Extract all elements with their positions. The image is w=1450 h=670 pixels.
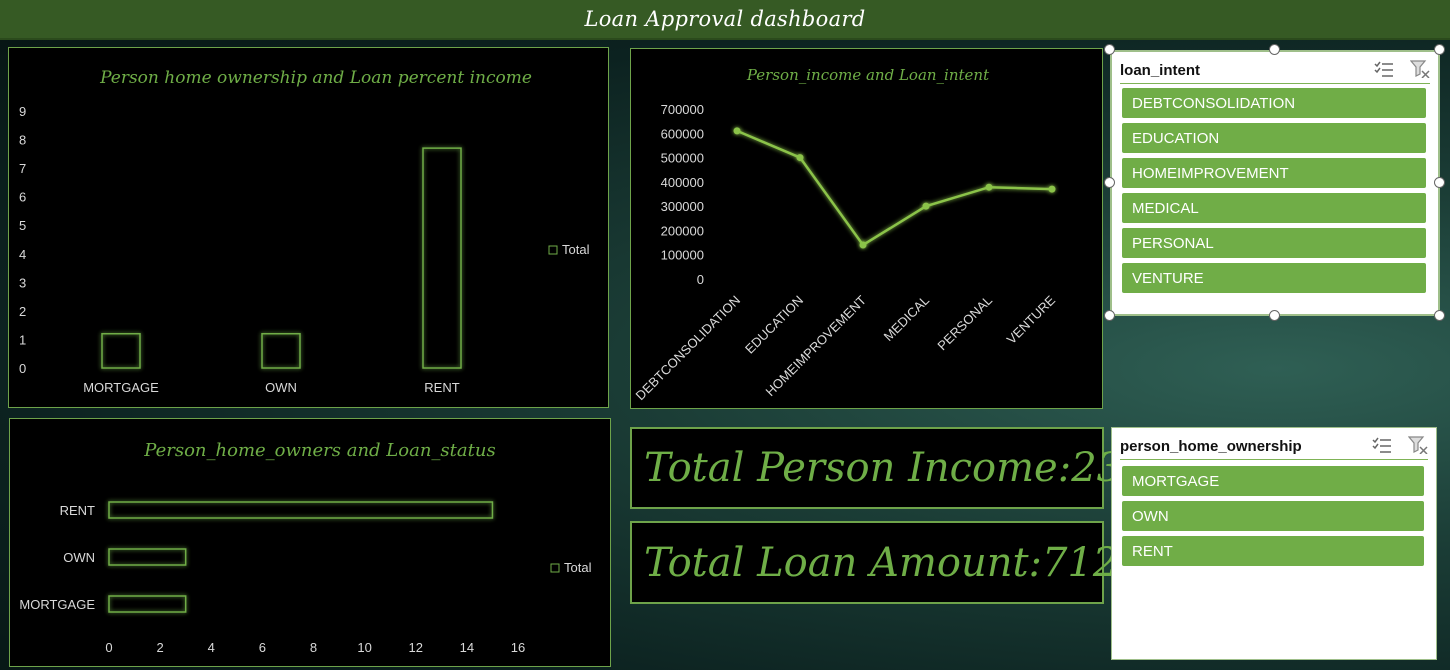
y-tick-label: 4	[19, 247, 26, 262]
bar-rent	[422, 147, 462, 369]
dashboard-title: Loan Approval dashboard	[584, 7, 866, 31]
y-tick-label: 9	[19, 104, 26, 119]
y-tick-label: 2	[19, 304, 26, 319]
resize-handle-top-right[interactable]	[1434, 44, 1445, 55]
x-tick-label: 14	[460, 640, 474, 655]
resize-handle-bottom-middle[interactable]	[1269, 310, 1280, 321]
data-point	[859, 241, 867, 249]
chart-title: Person_income and Loan_intent	[746, 66, 990, 84]
resize-handle-middle-right[interactable]	[1434, 177, 1445, 188]
kpi-total-loan-amount: Total Loan Amount:712575	[630, 521, 1195, 604]
y-tick-label: 8	[19, 133, 26, 148]
chart-panel-home-ownership-percent-income[interactable]: Person home ownership and Loan percent i…	[8, 47, 609, 408]
kpi-total-person-income: Total Person Income:2316353	[630, 427, 1249, 509]
chart-income-by-intent: Person_income and Loan_intent 0 100000 2000…	[633, 66, 1059, 404]
data-point	[733, 127, 741, 135]
x-category-label: MEDICAL	[881, 293, 932, 344]
y-tick-label: 400000	[661, 175, 704, 190]
slicer-home-ownership-header: person_home_ownership	[1120, 434, 1428, 460]
resize-handle-top-left[interactable]	[1104, 44, 1115, 55]
multi-select-icon[interactable]	[1374, 60, 1394, 82]
x-tick-label: 6	[259, 640, 266, 655]
slicer-item-education[interactable]: EDUCATION	[1122, 123, 1426, 153]
resize-handle-middle-left[interactable]	[1104, 177, 1115, 188]
chart-title: Person home ownership and Loan percent i…	[99, 68, 532, 88]
legend-swatch	[548, 245, 558, 255]
slicer-loan-intent[interactable]: loan_intent DEBTCONSOLIDATION EDUCATION …	[1110, 50, 1440, 316]
x-category-label: DEBTCONSOLIDATION	[633, 293, 744, 404]
x-tick-label: 8	[310, 640, 317, 655]
bar-mortgage	[108, 595, 187, 613]
x-tick-label: 0	[105, 640, 112, 655]
y-category-label: MORTGAGE	[19, 597, 95, 612]
bar-mortgage	[101, 332, 141, 369]
x-tick-label: 2	[157, 640, 164, 655]
legend-swatch	[550, 563, 560, 573]
x-tick-label: 10	[357, 640, 371, 655]
data-point	[796, 154, 804, 162]
x-category-label: VENTURE	[1004, 292, 1059, 347]
data-point	[1048, 185, 1056, 193]
slicer-loan-intent-header: loan_intent	[1120, 58, 1430, 84]
slicer-home-ownership-title: person_home_ownership	[1120, 438, 1302, 455]
chart-home-owners-loan-status: Person_home_owners and Loan_status 0 2 4 6 8 1…	[19, 440, 592, 655]
resize-handle-bottom-left[interactable]	[1104, 310, 1115, 321]
chart-title: Person_home_owners and Loan_status	[143, 440, 495, 461]
x-category-label: RENT	[424, 380, 459, 395]
y-category-label: OWN	[63, 550, 95, 565]
x-category-label: EDUCATION	[742, 293, 806, 357]
y-tick-label: 700000	[661, 102, 704, 117]
slicer-item-mortgage[interactable]: MORTGAGE	[1122, 466, 1424, 496]
y-tick-label: 100000	[661, 248, 704, 263]
slicer-item-own[interactable]: OWN	[1122, 501, 1424, 531]
y-tick-label: 200000	[661, 223, 704, 238]
y-tick-label: 600000	[661, 126, 704, 141]
slicer-home-ownership[interactable]: person_home_ownership MORTGAGE OWN RENT	[1111, 427, 1437, 660]
multi-select-icon[interactable]	[1372, 436, 1392, 458]
y-tick-label: 3	[19, 275, 26, 290]
legend-label: Total	[562, 242, 590, 257]
x-category-label: PERSONAL	[934, 293, 995, 354]
x-tick-label: 4	[208, 640, 215, 655]
slicer-item-venture[interactable]: VENTURE	[1122, 263, 1426, 293]
slicer-loan-intent-title: loan_intent	[1120, 62, 1201, 79]
y-category-label: RENT	[60, 503, 95, 518]
y-tick-label: 500000	[661, 151, 704, 166]
chart-panel-home-owners-loan-status[interactable]: Person_home_owners and Loan_status 0 2 4 6 8 1…	[9, 418, 611, 667]
y-tick-label: 7	[19, 161, 26, 176]
y-tick-label: 6	[19, 190, 26, 205]
bar-own	[108, 548, 187, 566]
y-tick-label: 300000	[661, 199, 704, 214]
bar-own	[261, 332, 301, 369]
chart-home-ownership-percent-income: Person home ownership and Loan percent i…	[19, 68, 590, 395]
slicer-item-personal[interactable]: PERSONAL	[1122, 228, 1426, 258]
title-bar: Loan Approval dashboard	[0, 0, 1450, 40]
data-point	[922, 202, 930, 210]
resize-handle-bottom-right[interactable]	[1434, 310, 1445, 321]
y-tick-label: 1	[19, 332, 26, 347]
bar-rent	[108, 501, 494, 519]
slicer-item-debtconsolidation[interactable]: DEBTCONSOLIDATION	[1122, 88, 1426, 118]
clear-filter-icon[interactable]	[1407, 435, 1428, 458]
clear-filter-icon[interactable]	[1409, 59, 1430, 82]
slicer-item-homeimprovement[interactable]: HOMEIMPROVEMENT	[1122, 158, 1426, 188]
slicer-item-medical[interactable]: MEDICAL	[1122, 193, 1426, 223]
x-category-label: OWN	[265, 380, 297, 395]
legend-label: Total	[564, 560, 592, 575]
x-tick-label: 12	[409, 640, 423, 655]
resize-handle-top-middle[interactable]	[1269, 44, 1280, 55]
x-tick-label: 16	[511, 640, 525, 655]
data-point	[985, 183, 993, 191]
slicer-item-rent[interactable]: RENT	[1122, 536, 1424, 566]
series-line	[736, 129, 1053, 247]
chart-panel-income-by-intent[interactable]: Person_income and Loan_intent 0 100000 2000…	[630, 48, 1103, 409]
y-tick-label: 5	[19, 218, 26, 233]
y-tick-label: 0	[697, 272, 704, 287]
x-category-label: MORTGAGE	[83, 380, 159, 395]
y-tick-label: 0	[19, 361, 26, 376]
